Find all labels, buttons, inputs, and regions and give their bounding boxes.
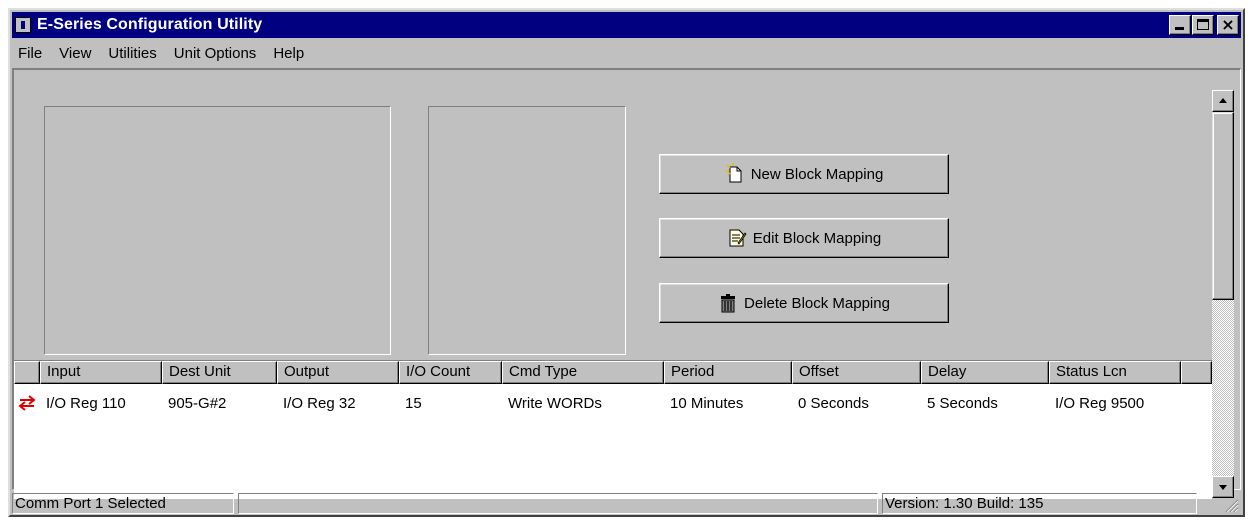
cell-io-count: 15 [405, 394, 422, 412]
menu-bar: File View Utilities Unit Options Help [12, 40, 1241, 66]
column-header-icon[interactable] [14, 361, 40, 384]
close-icon: × [1221, 15, 1235, 34]
arrow-up-icon [1219, 98, 1227, 103]
arrow-down-icon [1219, 485, 1227, 490]
status-comm-port: Comm Port 1 Selected [12, 493, 234, 514]
cell-cmd-type: Write WORDs [508, 394, 602, 412]
resize-grip-icon[interactable] [1225, 499, 1239, 513]
new-document-icon [725, 163, 742, 183]
left-panel [44, 106, 391, 355]
app-window: E-Series Configuration Utility × File Vi… [8, 8, 1245, 517]
middle-panel [428, 106, 626, 355]
edit-block-mapping-label: Edit Block Mapping [752, 229, 882, 247]
menu-unit-options[interactable]: Unit Options [174, 45, 257, 62]
minimize-button[interactable] [1169, 15, 1191, 35]
cell-input: I/O Reg 110 [46, 394, 126, 412]
delete-block-mapping-label: Delete Block Mapping [744, 294, 890, 312]
cell-output: I/O Reg 32 [283, 394, 356, 412]
column-header-dest-unit[interactable]: Dest Unit [162, 361, 277, 384]
status-bar: Comm Port 1 Selected Version: 1.30 Build… [12, 492, 1241, 515]
new-block-mapping-button[interactable]: New Block Mapping [659, 154, 949, 194]
cell-offset: 0 Seconds [798, 394, 869, 412]
table-header: Input Dest Unit Output I/O Count Cmd Typ… [14, 361, 1212, 384]
cell-status-lcn: I/O Reg 9500 [1055, 394, 1145, 412]
table-row[interactable]: I/O Reg 110 905-G#2 I/O Reg 32 15 Write … [14, 391, 1212, 415]
column-header-status-lcn[interactable]: Status Lcn [1049, 361, 1181, 384]
trash-icon [721, 294, 736, 313]
menu-file[interactable]: File [18, 45, 42, 62]
cell-delay: 5 Seconds [927, 394, 998, 412]
client-area: New Block Mapping Edit Block Mapping Del… [12, 68, 1241, 499]
column-header-input[interactable]: Input [40, 361, 162, 384]
menu-view[interactable]: View [59, 45, 91, 62]
column-header-cmd-type[interactable]: Cmd Type [502, 361, 664, 384]
maximize-icon [1197, 19, 1209, 30]
cell-period: 10 Minutes [670, 394, 744, 412]
column-header-period[interactable]: Period [664, 361, 792, 384]
row-icon-cell [14, 395, 40, 411]
cell-dest-unit: 905-G#2 [168, 394, 227, 412]
title-bar[interactable]: E-Series Configuration Utility × [12, 12, 1241, 38]
block-mapping-table[interactable]: Input Dest Unit Output I/O Count Cmd Typ… [14, 360, 1212, 499]
edit-block-mapping-button[interactable]: Edit Block Mapping [659, 218, 949, 258]
transfer-arrows-icon [18, 395, 36, 411]
new-block-mapping-label: New Block Mapping [750, 165, 884, 183]
status-version: Version: 1.30 Build: 135 [882, 493, 1197, 514]
column-header-io-count[interactable]: I/O Count [399, 361, 502, 384]
column-header-filler [1181, 361, 1212, 384]
menu-help[interactable]: Help [273, 45, 304, 62]
minimize-icon [1175, 27, 1184, 30]
column-header-offset[interactable]: Offset [792, 361, 921, 384]
vertical-scrollbar[interactable] [1212, 90, 1234, 499]
scroll-up-button[interactable] [1212, 90, 1234, 112]
app-icon[interactable] [15, 17, 31, 33]
edit-document-icon [729, 229, 747, 247]
column-header-delay[interactable]: Delay [921, 361, 1049, 384]
menu-utilities[interactable]: Utilities [108, 45, 156, 62]
column-header-output[interactable]: Output [277, 361, 399, 384]
maximize-button[interactable] [1192, 15, 1214, 35]
delete-block-mapping-button[interactable]: Delete Block Mapping [659, 283, 949, 323]
close-button[interactable]: × [1217, 15, 1239, 35]
scrollbar-thumb[interactable] [1212, 112, 1234, 300]
status-middle [238, 493, 878, 514]
window-title: E-Series Configuration Utility [37, 16, 263, 33]
